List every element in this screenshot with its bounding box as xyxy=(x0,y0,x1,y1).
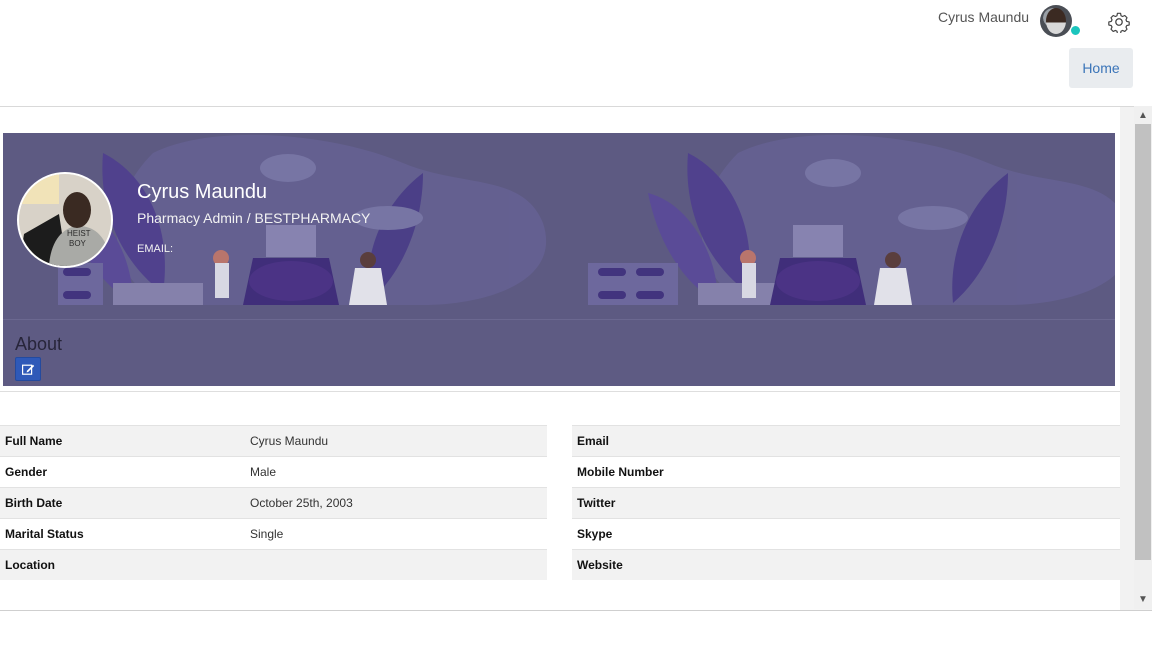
field-value: Male xyxy=(245,456,547,488)
scroll-thumb[interactable] xyxy=(1135,124,1151,560)
profile-frame: HEIST BOY Cyrus Maundu Pharmacy Admin / … xyxy=(0,106,1152,611)
field-label: Full Name xyxy=(0,425,245,457)
table-row: Email xyxy=(572,425,1120,457)
section-divider xyxy=(0,391,1120,392)
table-row: Twitter xyxy=(572,487,1120,519)
top-navbar: Cyrus Maundu Home xyxy=(0,0,1152,106)
scroll-up-arrow-icon[interactable]: ▲ xyxy=(1134,108,1152,124)
field-value: Single xyxy=(245,518,547,550)
field-label: Marital Status xyxy=(0,518,245,550)
table-row: Mobile Number xyxy=(572,456,1120,488)
about-title: About xyxy=(15,334,63,354)
edit-profile-button[interactable] xyxy=(15,357,41,381)
home-button[interactable]: Home xyxy=(1069,48,1133,88)
field-value xyxy=(817,487,1120,519)
field-label: Website xyxy=(572,549,817,580)
field-label: Email xyxy=(572,425,817,457)
profile-name: Cyrus Maundu xyxy=(137,181,268,203)
field-value: October 25th, 2003 xyxy=(245,487,547,519)
profile-content: HEIST BOY Cyrus Maundu Pharmacy Admin / … xyxy=(0,107,1120,610)
table-row: Location xyxy=(0,549,547,580)
online-status-indicator xyxy=(1070,25,1081,36)
field-label: Twitter xyxy=(572,487,817,519)
field-value xyxy=(817,549,1120,580)
field-label: Location xyxy=(0,549,245,580)
field-label: Skype xyxy=(572,518,817,550)
user-name[interactable]: Cyrus Maundu xyxy=(938,9,1029,25)
field-label: Mobile Number xyxy=(572,456,817,488)
field-value xyxy=(245,549,547,580)
table-row: Gender Male xyxy=(0,456,547,488)
field-value xyxy=(817,425,1120,457)
svg-text:HEIST: HEIST xyxy=(67,229,91,238)
field-label: Gender xyxy=(0,456,245,488)
profile-photo: HEIST BOY xyxy=(17,172,113,268)
personal-details-table: Full Name Cyrus Maundu Gender Male Birth… xyxy=(0,425,547,580)
gear-icon[interactable] xyxy=(1108,11,1130,33)
user-avatar[interactable] xyxy=(1040,5,1072,37)
edit-icon xyxy=(22,364,35,375)
table-row: Full Name Cyrus Maundu xyxy=(0,425,547,457)
field-value xyxy=(817,456,1120,488)
profile-email-label: EMAIL: xyxy=(137,243,174,255)
profile-role: Pharmacy Admin / BESTPHARMACY xyxy=(137,210,371,226)
table-row: Website xyxy=(572,549,1120,580)
table-row: Skype xyxy=(572,518,1120,550)
field-value xyxy=(817,518,1120,550)
vertical-scrollbar[interactable]: ▲ ▼ xyxy=(1134,106,1152,609)
contact-details-table: Email Mobile Number Twitter Skype Websit… xyxy=(572,425,1120,580)
scroll-down-arrow-icon[interactable]: ▼ xyxy=(1134,592,1152,608)
svg-text:BOY: BOY xyxy=(69,239,87,248)
field-value: Cyrus Maundu xyxy=(245,425,547,457)
about-section: About xyxy=(3,319,1115,386)
field-label: Birth Date xyxy=(0,487,245,519)
table-row: Marital Status Single xyxy=(0,518,547,550)
profile-banner: HEIST BOY Cyrus Maundu Pharmacy Admin / … xyxy=(3,133,1115,386)
table-row: Birth Date October 25th, 2003 xyxy=(0,487,547,519)
